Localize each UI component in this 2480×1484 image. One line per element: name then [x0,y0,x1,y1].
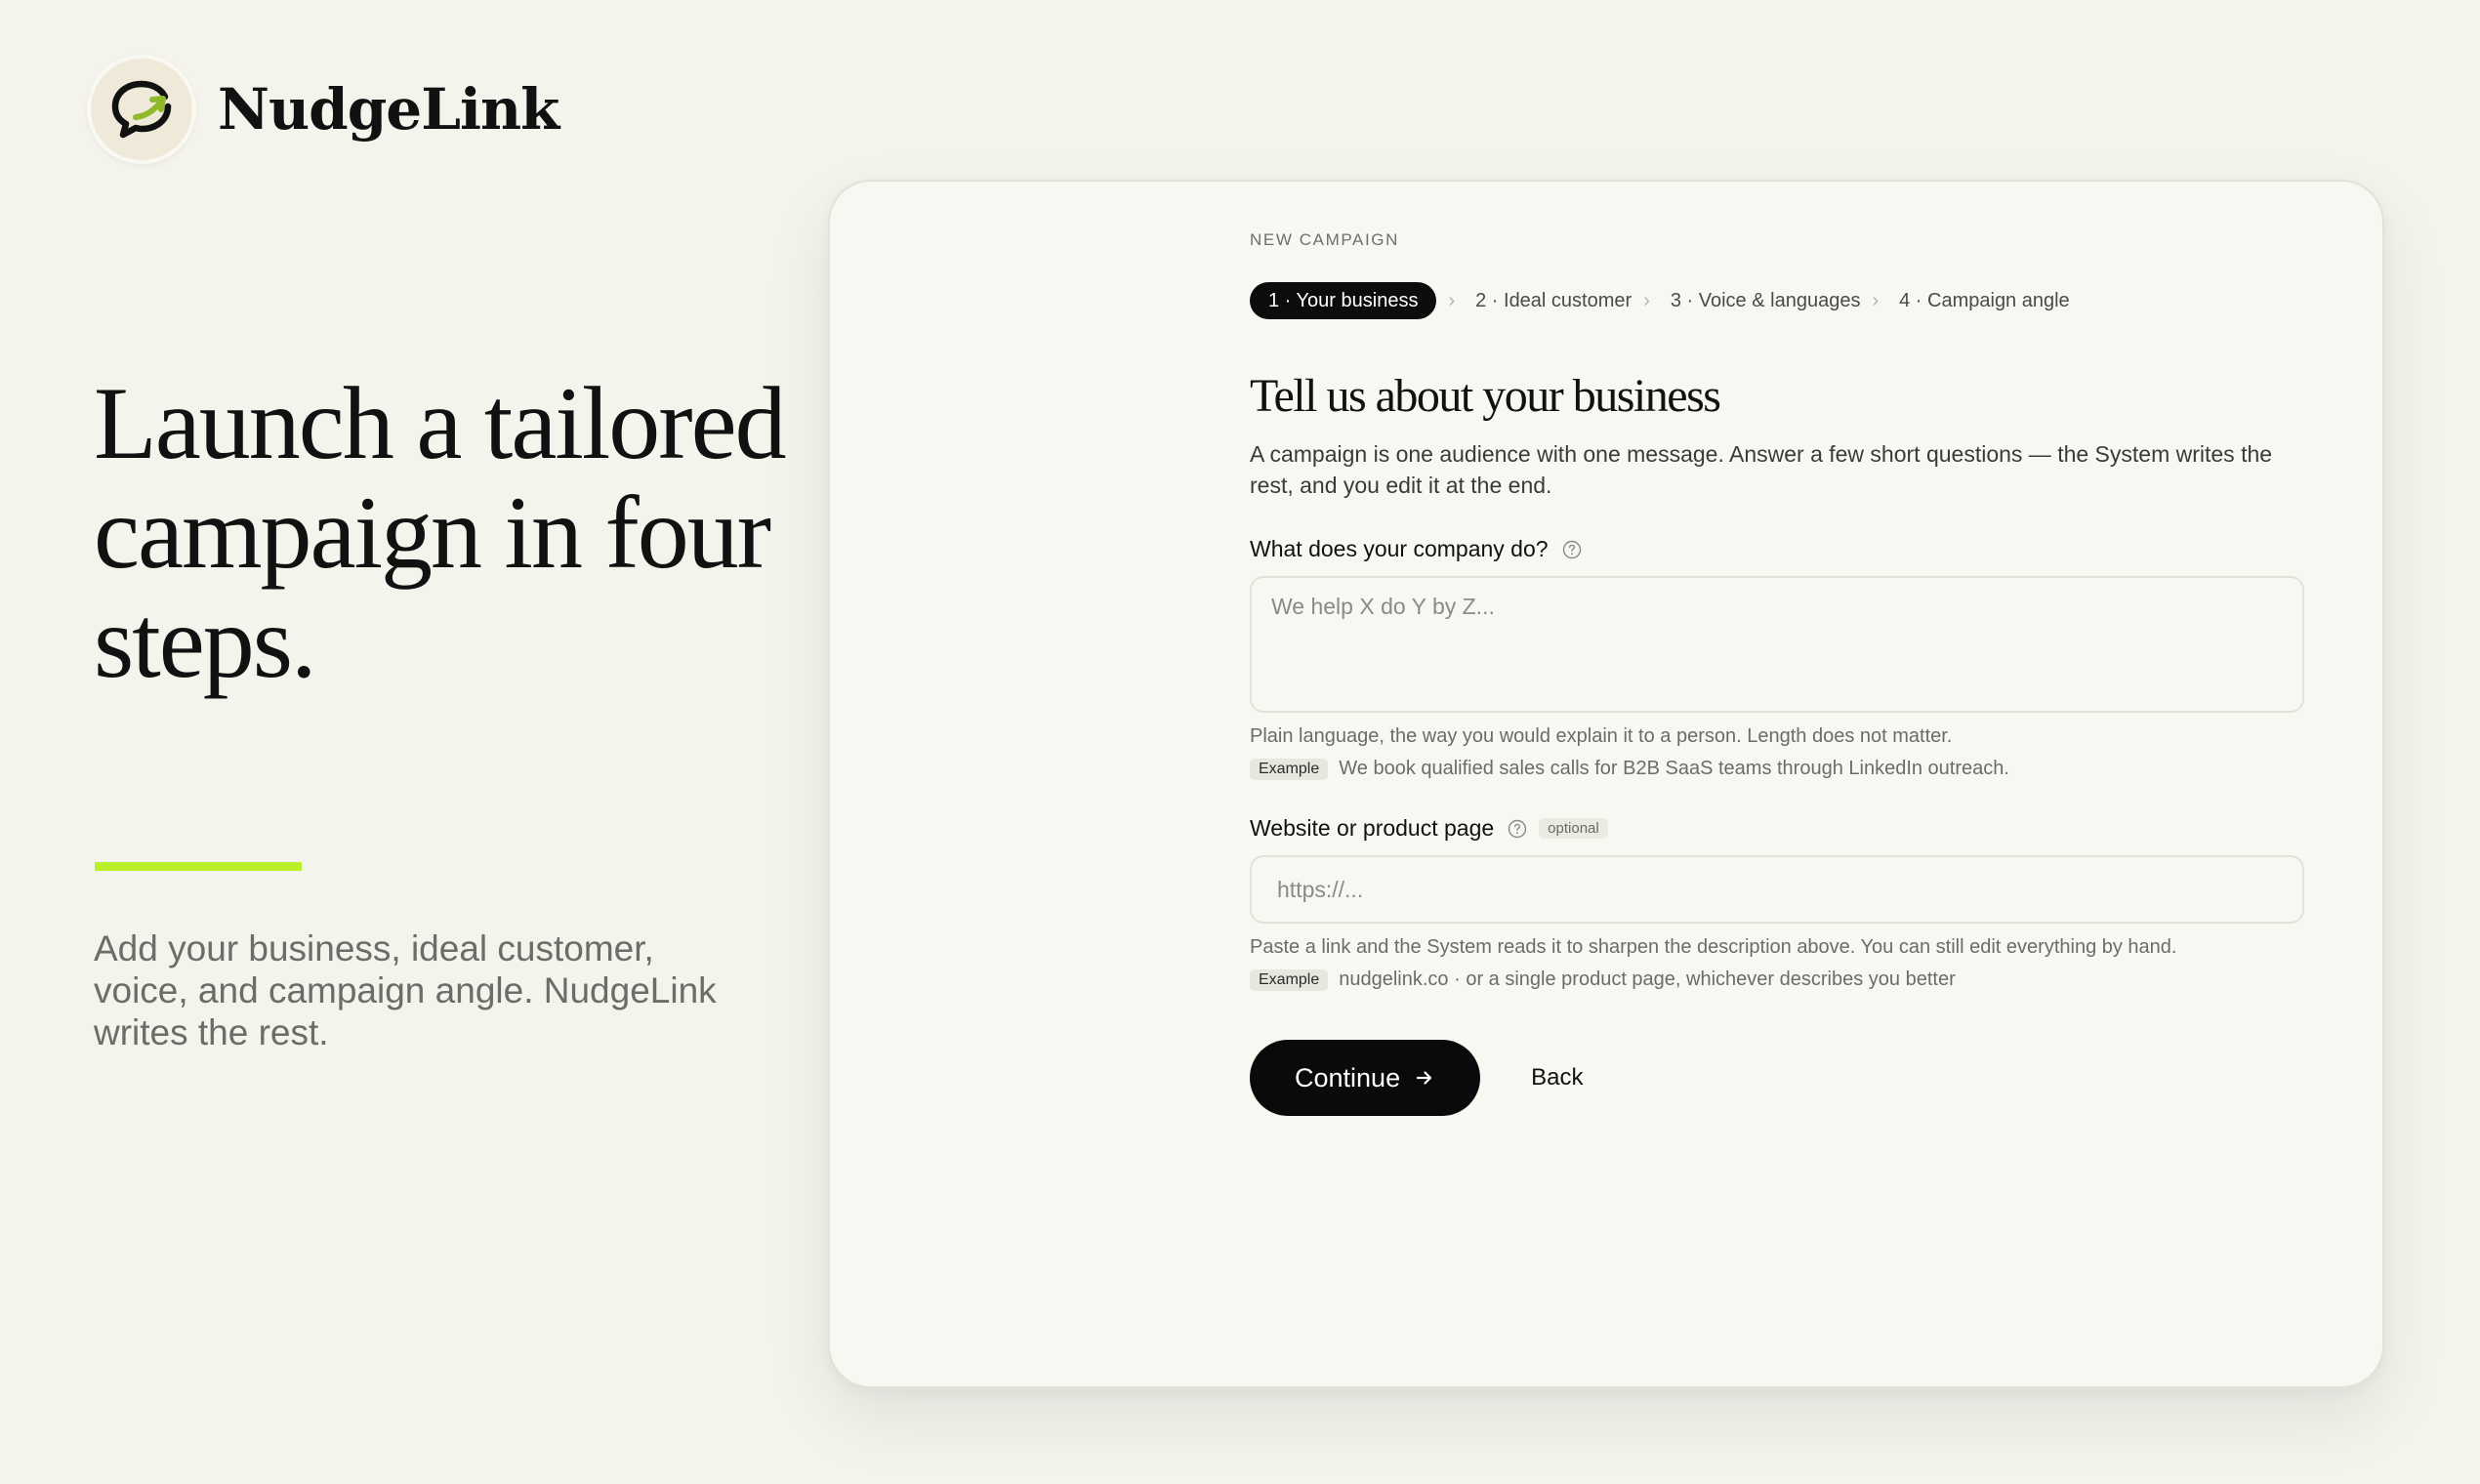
logo-icon [87,55,196,164]
form-actions: Continue Back [1250,1040,2304,1116]
chevron-right-icon: › [1872,289,1880,311]
example-text: nudgelink.co · or a single product page,… [1339,969,1956,990]
form-title: Tell us about your business [1250,370,1721,422]
optional-badge: optional [1539,818,1608,839]
company-field-label-row: What does your company do? [1250,536,2304,562]
example-tag: Example [1250,969,1329,991]
continue-button-label: Continue [1295,1062,1401,1092]
chevron-right-icon: › [1448,289,1456,311]
company-field-example: Example We book qualified sales calls fo… [1250,758,2304,780]
form-eyebrow: NEW CAMPAIGN [1250,230,1400,249]
website-url-input[interactable] [1250,855,2304,924]
website-field-label-row: Website or product page optional [1250,815,2304,842]
back-button[interactable]: Back [1531,1054,1583,1101]
brand[interactable]: NudgeLink [87,55,559,164]
arrow-right-icon [1414,1067,1435,1089]
step-campaign-angle[interactable]: 4 · Campaign angle [1899,290,2070,312]
step-your-business[interactable]: 1 · Your business [1250,282,1437,319]
question-circle-icon[interactable] [1508,819,1527,839]
form-intro: A campaign is one audience with one mess… [1250,441,2273,498]
website-field-hint: Paste a link and the System reads it to … [1250,936,2177,958]
company-description-input[interactable] [1250,576,2304,713]
step-ideal-customer[interactable]: 2 · Ideal customer [1475,290,1632,312]
example-text: We book qualified sales calls for B2B Sa… [1339,758,2009,779]
question-circle-icon[interactable] [1562,540,1582,559]
campaign-card: NEW CAMPAIGN 1 · Your business › 2 · Ide… [828,180,2384,1388]
stepper: 1 · Your business › 2 · Ideal customer ›… [1250,282,2304,319]
brand-name: NudgeLink [218,76,559,143]
company-field-label: What does your company do? [1250,536,1549,561]
hero-title: Launch a tailored campaign in four steps… [94,366,787,699]
chevron-right-icon: › [1643,289,1650,311]
company-field-hint: Plain language, the way you would explai… [1250,725,1953,747]
step-voice-languages[interactable]: 3 · Voice & languages [1671,290,1861,312]
continue-button[interactable]: Continue [1250,1040,1481,1116]
example-tag: Example [1250,758,1329,780]
website-field-label: Website or product page [1250,815,1495,841]
website-field-example: Example nudgelink.co · or a single produ… [1250,969,2304,991]
accent-divider [95,862,302,871]
hero-subtitle: Add your business, ideal customer, voice… [94,928,717,1052]
campaign-form: NEW CAMPAIGN 1 · Your business › 2 · Ide… [1250,230,2304,1116]
